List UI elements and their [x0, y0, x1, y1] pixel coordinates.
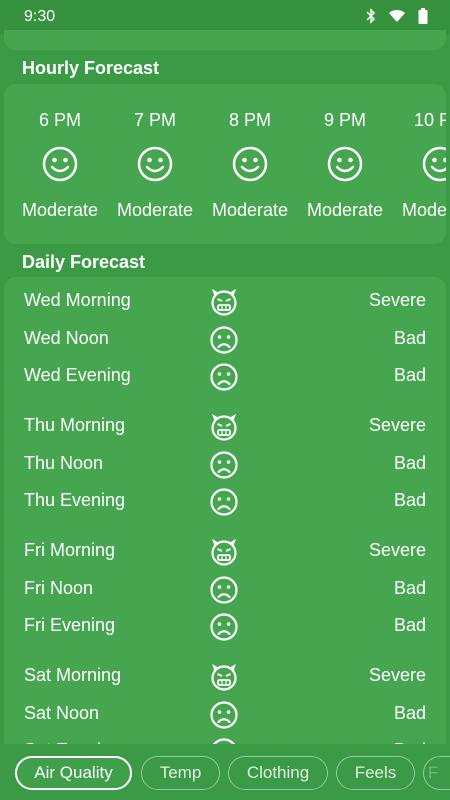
tab-air-quality[interactable]: Air Quality [15, 756, 132, 790]
daily-level: Severe [368, 540, 426, 560]
battery-icon [418, 8, 428, 24]
previous-card [4, 30, 446, 50]
daily-level: Bad [393, 328, 426, 348]
hour-level: Moderate [21, 200, 99, 220]
frown-icon [210, 363, 238, 391]
bluetooth-icon [366, 8, 376, 24]
daily-level: Bad [393, 615, 426, 635]
daily-row[interactable]: Thu Morning Severe [4, 409, 446, 443]
frown-icon [210, 488, 238, 516]
hourly-forecast-card[interactable]: 6 PM Moderate 7 PM Moderate 8 PM Moderat… [4, 84, 446, 244]
hourly-forecast-title: Hourly Forecast [22, 58, 160, 78]
daily-period: Fri Evening [24, 615, 116, 635]
daily-row[interactable]: Sat Noon Bad [4, 697, 446, 731]
daily-row[interactable]: Fri Noon Bad [4, 572, 446, 606]
hour-time: 8 PM [228, 110, 271, 130]
daily-row[interactable]: Wed Evening Bad [4, 359, 446, 393]
daily-row[interactable]: Thu Noon Bad [4, 447, 446, 481]
tab-clothing[interactable]: Clothing [228, 756, 328, 790]
tab-temp[interactable]: Temp [141, 756, 220, 790]
daily-level: Bad [393, 703, 426, 723]
daily-row[interactable]: Wed Morning Severe [4, 284, 446, 318]
frown-icon [210, 701, 238, 729]
daily-level: Severe [368, 665, 426, 685]
daily-period: Thu Evening [24, 490, 126, 510]
devil-icon [211, 289, 237, 316]
daily-period: Thu Noon [24, 453, 104, 473]
devil-icon [211, 664, 237, 691]
smiley-icon [42, 146, 78, 182]
tab-feels[interactable]: Feels [336, 756, 415, 790]
status-time: 9:30 [24, 8, 56, 25]
frown-icon [210, 326, 238, 354]
daily-period: Sat Morning [24, 665, 122, 685]
daily-forecast-title: Daily Forecast [22, 252, 146, 272]
daily-row[interactable]: Sat Morning Severe [4, 659, 446, 693]
daily-level: Bad [393, 578, 426, 598]
hour-level: Moderate [306, 200, 384, 220]
daily-level: Severe [368, 415, 426, 435]
daily-period: Thu Morning [24, 415, 126, 435]
daily-row[interactable]: Wed Noon Bad [4, 322, 446, 356]
hour-level: Moderate [401, 200, 446, 220]
daily-level: Severe [368, 290, 426, 310]
devil-icon [211, 414, 237, 441]
status-bar: 9:30 [0, 0, 450, 34]
hour-time: 9 PM [323, 110, 366, 130]
daily-level: Bad [393, 453, 426, 473]
daily-forecast-card[interactable]: Wed Morning Severe Wed Noon Bad Wed Even… [4, 277, 446, 757]
daily-row[interactable]: Thu Evening Bad [4, 484, 446, 518]
bottom-tab-bar: Air Quality Temp Clothing Feels F [0, 744, 450, 800]
smiley-icon [232, 146, 268, 182]
smiley-icon [327, 146, 363, 182]
hour-time: 7 PM [133, 110, 176, 130]
hour-time: 10 PM [413, 110, 446, 130]
daily-period: Wed Morning [24, 290, 131, 310]
wifi-icon [389, 9, 405, 22]
hour-time: 6 PM [38, 110, 81, 130]
hour-level: Moderate [116, 200, 194, 220]
daily-level: Bad [393, 490, 426, 510]
tab-partial[interactable]: F [423, 756, 450, 790]
frown-icon [210, 451, 238, 479]
frown-icon [210, 576, 238, 604]
daily-row[interactable]: Fri Evening Bad [4, 609, 446, 643]
frown-icon [210, 613, 238, 641]
hour-level: Moderate [211, 200, 289, 220]
devil-icon [211, 539, 237, 566]
status-icons [366, 8, 428, 24]
daily-period: Sat Noon [24, 703, 100, 723]
daily-level: Bad [393, 365, 426, 385]
daily-row[interactable]: Fri Morning Severe [4, 534, 446, 568]
daily-period: Fri Morning [24, 540, 116, 560]
daily-period: Wed Evening [24, 365, 131, 385]
daily-period: Wed Noon [24, 328, 109, 348]
smiley-icon [137, 146, 173, 182]
smiley-icon [422, 146, 446, 182]
daily-period: Fri Noon [24, 578, 94, 598]
